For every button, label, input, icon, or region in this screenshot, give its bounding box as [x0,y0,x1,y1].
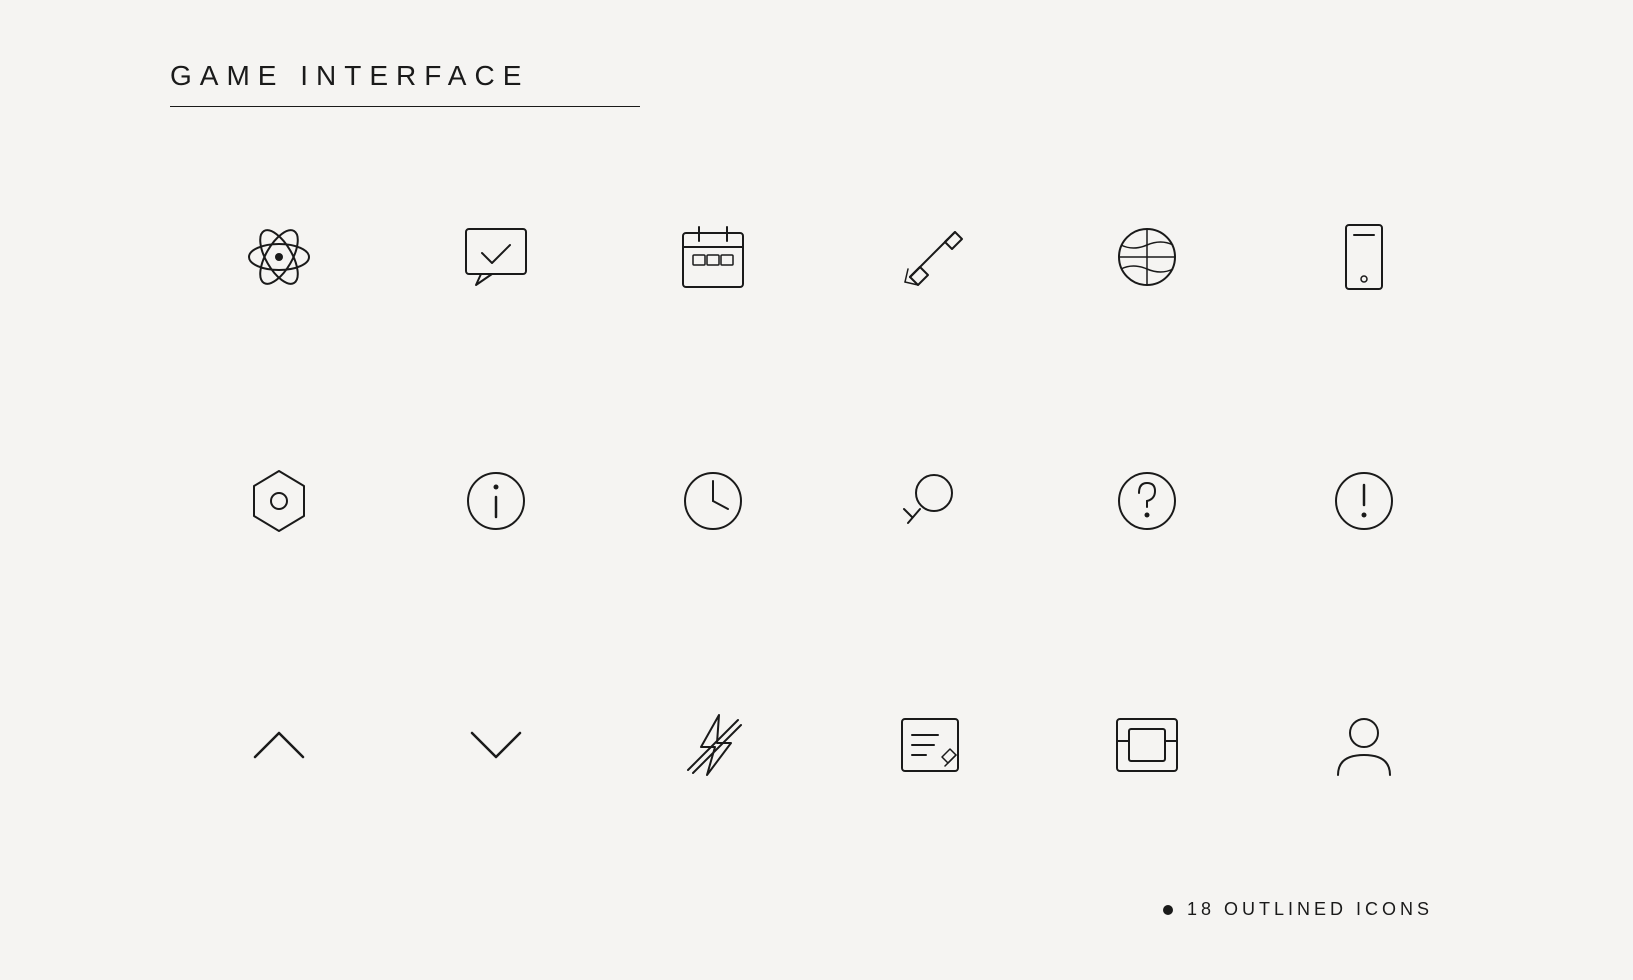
question-circle-icon-cell [1039,411,1256,591]
calendar-icon-cell [604,167,821,347]
search-icon [890,461,970,541]
user-icon [1324,705,1404,785]
footer-text: 18 OUTLINED ICONS [1187,899,1433,920]
page-container: GAME INTERFACE [0,0,1633,980]
question-circle-icon [1107,461,1187,541]
clock-icon-cell [604,411,821,591]
flash-off-icon [673,705,753,785]
footer-section: 18 OUTLINED ICONS [170,899,1473,940]
chevron-down-icon-cell [387,655,604,835]
chevron-up-icon [239,705,319,785]
tablet-icon-cell [1256,167,1473,347]
clock-icon [673,461,753,541]
atom-icon [239,217,319,297]
icons-grid [170,167,1473,899]
pencil-icon-cell [822,167,1039,347]
header-section: GAME INTERFACE [170,60,1473,107]
globe-icon-cell [1039,167,1256,347]
tablet-icon [1324,217,1404,297]
alert-circle-icon [1324,461,1404,541]
chevron-up-icon-cell [170,655,387,835]
hexagon-settings-icon-cell [170,411,387,591]
chat-check-icon-cell [387,167,604,347]
layout-icon-cell [1039,655,1256,835]
layout-icon [1107,705,1187,785]
flash-off-icon-cell [604,655,821,835]
globe-icon [1107,217,1187,297]
pencil-icon [890,217,970,297]
atom-icon-cell [170,167,387,347]
search-mirror-icon-cell [822,411,1039,591]
info-circle-icon [456,461,536,541]
page-title: GAME INTERFACE [170,60,1473,92]
title-underline [170,106,640,107]
alert-circle-icon-cell [1256,411,1473,591]
edit-list-icon [890,705,970,785]
hexagon-settings-icon [239,461,319,541]
calendar-icon [673,217,753,297]
info-circle-icon-cell [387,411,604,591]
user-icon-cell [1256,655,1473,835]
chevron-down-icon [456,705,536,785]
footer-bullet [1163,905,1173,915]
edit-list-icon-cell [822,655,1039,835]
chat-check-icon [456,217,536,297]
